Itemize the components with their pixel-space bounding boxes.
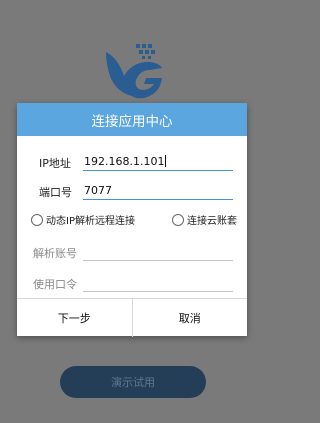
dialog-button-bar: 下一步 取消 [17, 298, 247, 337]
app-logo-icon [106, 44, 162, 99]
resolve-account-underline [83, 260, 233, 261]
radio-unchecked-icon [172, 213, 184, 226]
radio-unchecked-icon [31, 213, 43, 226]
radio-cloud-account-label: 连接云账套 [187, 216, 237, 227]
resolve-account-row: 解析账号 [17, 240, 247, 266]
port-input[interactable]: 7077 [84, 184, 112, 197]
cancel-button[interactable]: 取消 [131, 299, 248, 337]
resolve-account-label: 解析账号 [33, 247, 77, 260]
radio-cloud-account[interactable]: 连接云账套 [172, 212, 237, 227]
next-button[interactable]: 下一步 [17, 299, 132, 337]
text-cursor [165, 155, 167, 167]
radio-dynamic-ip-label: 动态IP解析远程连接 [46, 216, 135, 227]
port-label: 端口号 [39, 186, 72, 199]
radio-dynamic-ip[interactable]: 动态IP解析远程连接 [31, 212, 135, 227]
dialog-title: 连接应用中心 [17, 103, 247, 136]
ip-input[interactable]: 192.168.1.101 [84, 155, 167, 168]
password-row: 使用口令 [17, 271, 247, 297]
trial-button[interactable]: 演示试用 [60, 366, 206, 398]
password-underline [83, 291, 233, 292]
port-row: 端口号 7077 [17, 179, 247, 205]
ip-underline [83, 170, 233, 171]
ip-label: IP地址 [39, 157, 71, 170]
ip-row: IP地址 192.168.1.101 [17, 150, 247, 176]
connect-dialog: 连接应用中心 IP地址 192.168.1.101 端口号 7077 动态IP解… [17, 103, 247, 337]
port-underline [83, 199, 233, 200]
password-label: 使用口令 [33, 278, 77, 291]
ip-value: 192.168.1.101 [84, 155, 165, 168]
